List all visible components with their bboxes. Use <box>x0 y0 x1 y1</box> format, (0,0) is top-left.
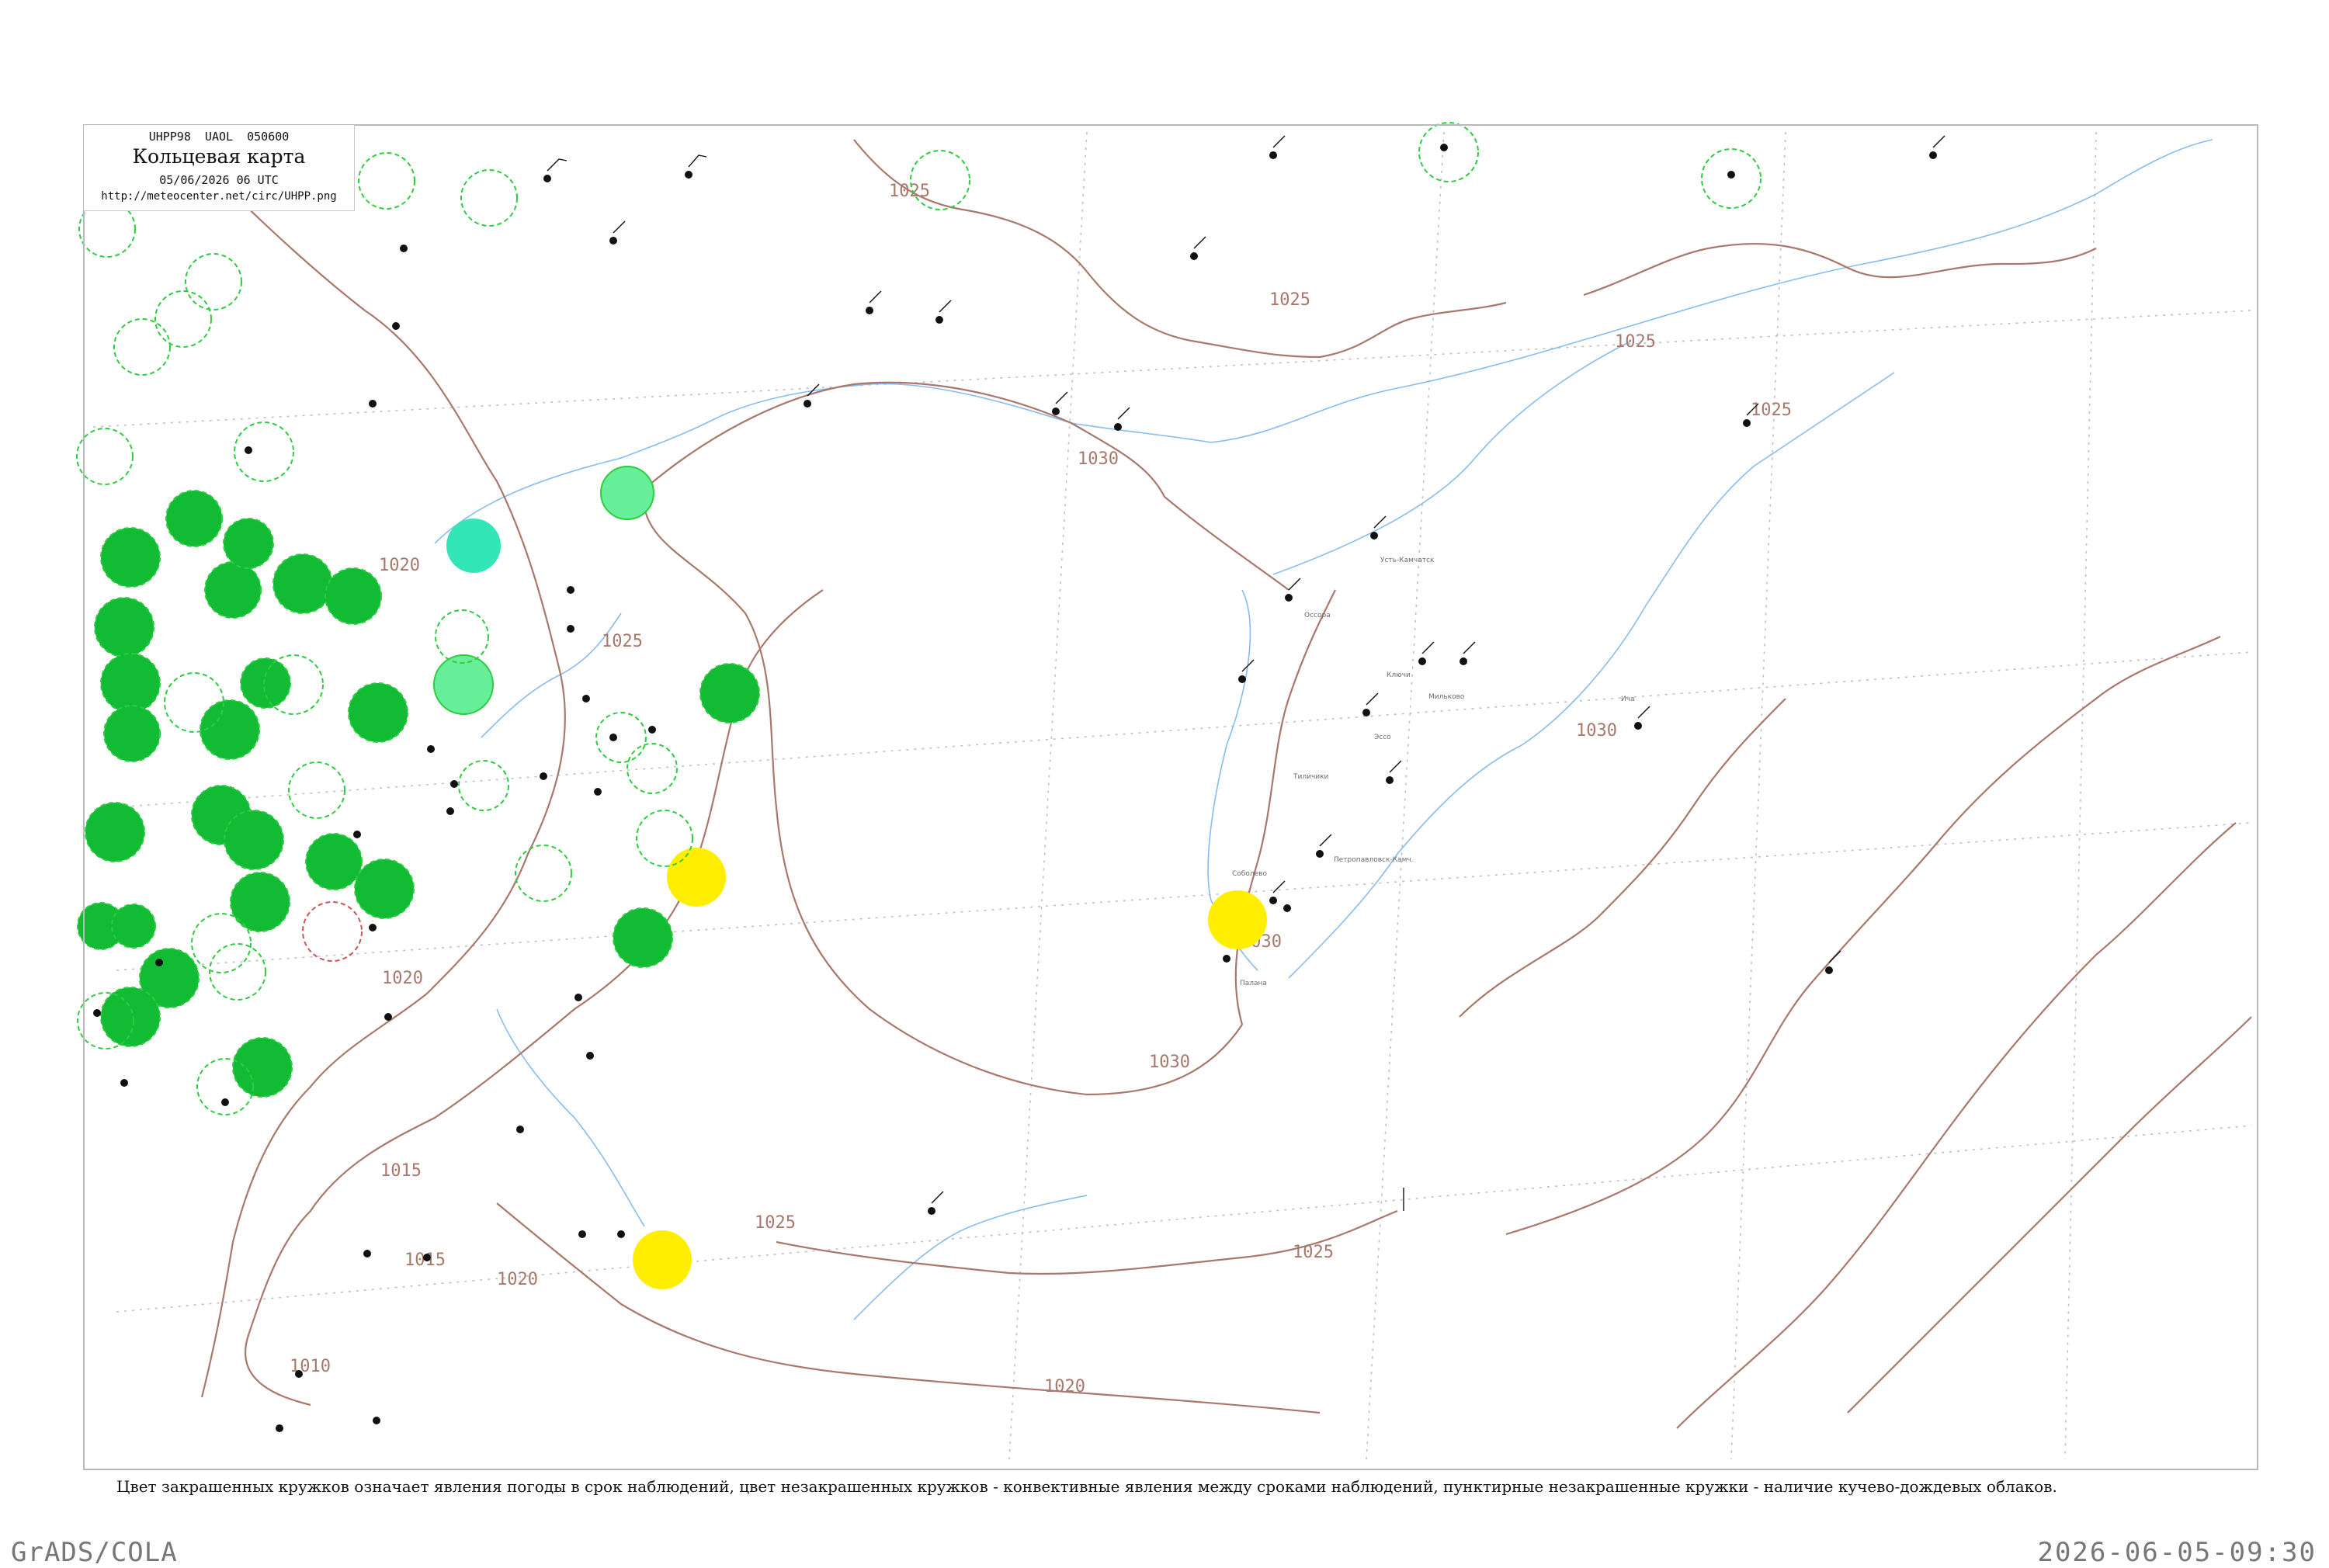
map-url: http://meteocenter.net/circ/UHPP.png <box>101 190 337 203</box>
map-header: UHPP98 UAOL 050600 Кольцевая карта 05/06… <box>84 125 355 211</box>
legend-text: Цвет закрашенных кружков означает явлени… <box>116 1477 2057 1496</box>
map-datetime: 05/06/2026 06 UTC <box>159 173 279 187</box>
footer-software: GrADS/COLA <box>11 1537 178 1568</box>
bulletin-code: UHPP98 UAOL 050600 <box>148 130 290 144</box>
map-frame <box>83 124 2258 1470</box>
map-title: Кольцевая карта <box>132 145 306 168</box>
footer-timestamp: 2026-06-05-09:30 <box>2037 1537 2317 1568</box>
